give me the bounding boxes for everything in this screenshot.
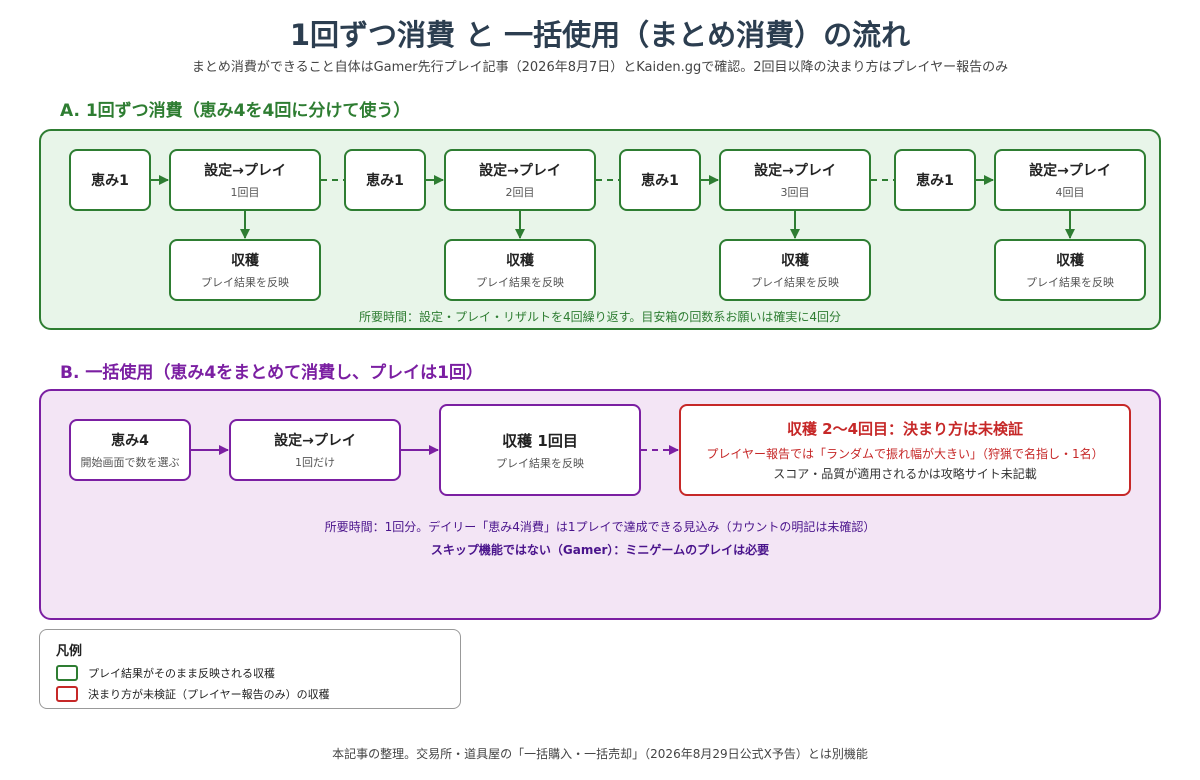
blessing-title: 恵み4 [111,433,149,449]
legend-item-verified: プレイ結果がそのまま反映される収穫 [56,665,275,681]
legend: 凡例 プレイ結果がそのまま反映される収穫 決まり方が未検証（プレイヤー報告のみ）… [39,629,461,709]
section-b-blessing-box: 恵み4 開始画面で数を選ぶ [69,419,191,481]
blessing-label: 恵み1 [641,173,679,189]
section-a-heading: A. 1回ずつ消費（恵み4を4回に分けて使う） [60,101,411,121]
play-title: 設定→プレイ [479,163,561,179]
play-title: 設定→プレイ [204,163,286,179]
harvest-title: 収穫 [1056,253,1084,269]
section-a-play-box: 設定→プレイ 3回目 [719,149,871,211]
section-a-play-box: 設定→プレイ 2回目 [444,149,596,211]
harvest-title: 収穫 [231,253,259,269]
harvest-title: 収穫 [781,253,809,269]
section-a-play-box: 設定→プレイ 1回目 [169,149,321,211]
section-b-harvest-box: 収穫 1回目 プレイ結果を反映 [439,404,641,496]
harvest-title: 収穫 1回目 [502,431,578,450]
section-b-play-box: 設定→プレイ 1回だけ [229,419,401,481]
section-a-harvest-box: 収穫 プレイ結果を反映 [719,239,871,301]
unverified-title: 収穫 2〜4回目：決まり方は未検証 [786,420,1024,438]
section-b-heading: B. 一括使用（恵み4をまとめて消費し、プレイは1回） [60,363,483,383]
section-a-harvest-box: 収穫 プレイ結果を反映 [169,239,321,301]
section-a-play-box: 設定→プレイ 4回目 [994,149,1146,211]
harvest-title: 収穫 [506,253,534,269]
page-title: 1回ずつ消費 と 一括使用（まとめ消費）の流れ [289,18,911,52]
page-subtitle: まとめ消費ができること自体はGamer先行プレイ記事（2026年8月7日）とKa… [191,60,1009,75]
legend-swatch-green [56,665,78,681]
legend-swatch-red [56,686,78,702]
legend-item-unverified: 決まり方が未検証（プレイヤー報告のみ）の収穫 [56,686,330,702]
section-b-unverified-box: 収穫 2〜4回目：決まり方は未検証 プレイヤー報告では「ランダムで振れ幅が大きい… [679,404,1131,496]
section-b-note: 所要時間：1回分。デイリー「恵み4消費」は1プレイで達成できる見込み（カウントの… [324,520,876,534]
section-a-harvest-box: 収穫 プレイ結果を反映 [444,239,596,301]
legend-label: 決まり方が未検証（プレイヤー報告のみ）の収穫 [88,688,330,701]
harvest-sub: プレイ結果を反映 [496,456,584,470]
play-sub: 1回だけ [295,456,335,469]
legend-title: 凡例 [56,644,83,659]
section-a-note: 所要時間：設定・プレイ・リザルトを4回繰り返す。目安箱の回数系お願いは確実に4回… [358,310,842,324]
play-sub: 4回目 [1055,186,1085,199]
play-sub: 3回目 [780,186,810,199]
blessing-label: 恵み1 [366,173,404,189]
unverified-line1: プレイヤー報告では「ランダムで振れ幅が大きい」（狩猟で名指し・1名） [706,447,1104,461]
unverified-line2: スコア・品質が適用されるかは攻略サイト未記載 [773,467,1037,481]
section-a-blessing-box: 恵み1 [894,149,976,211]
harvest-sub: プレイ結果を反映 [201,276,289,289]
play-sub: 1回目 [230,186,260,199]
legend-label: プレイ結果がそのまま反映される収穫 [88,667,275,680]
harvest-sub: プレイ結果を反映 [1026,276,1114,289]
section-a-blessing-box: 恵み1 [69,149,151,211]
blessing-label: 恵み1 [916,173,954,189]
section-b-note-emphasis: スキップ機能ではない（Gamer）：ミニゲームのプレイは必要 [430,543,770,557]
section-a-harvest-box: 収穫 プレイ結果を反映 [994,239,1146,301]
footer-note: 本記事の整理。交易所・道具屋の「一括購入・一括売却」（2026年8月29日公式X… [332,747,868,761]
blessing-sub: 開始画面で数を選ぶ [80,456,180,469]
blessing-label: 恵み1 [91,173,129,189]
play-sub: 2回目 [505,186,535,199]
harvest-sub: プレイ結果を反映 [476,276,564,289]
play-title: 設定→プレイ [1029,163,1111,179]
harvest-sub: プレイ結果を反映 [751,276,839,289]
section-a-blessing-box: 恵み1 [619,149,701,211]
section-a-blessing-box: 恵み1 [344,149,426,211]
play-title: 設定→プレイ [274,433,356,449]
play-title: 設定→プレイ [754,163,836,179]
